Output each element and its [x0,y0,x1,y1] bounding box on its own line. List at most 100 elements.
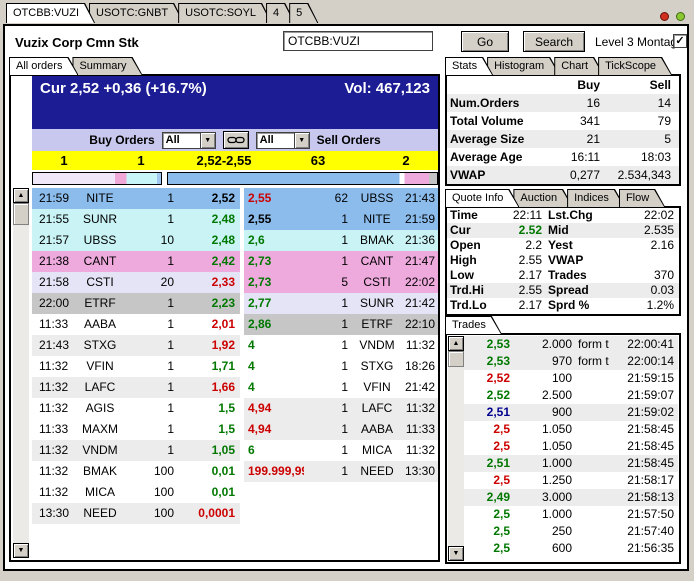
book-row[interactable]: 11:32 MICA 100 0,01 [32,482,438,503]
book-row[interactable]: 13:30 NEED 100 0,0001 [32,503,438,524]
book-row[interactable]: 11:32 BMAK 100 0,01 199.999,99 1 NEED 13:30 [32,461,438,482]
sell-order[interactable]: 2,55 1 NITE 21:59 [244,209,438,230]
sell-order[interactable]: 4,94 1 LAFC 11:32 [244,398,438,419]
scrollbar-thumb[interactable] [448,351,464,367]
book-row[interactable]: 11:32 VFIN 1 1,71 4 1 STXG 18:26 [32,356,438,377]
book-row[interactable]: 21:58 CSTI 20 2,33 2,73 5 CSTI 22:02 [32,272,438,293]
scroll-down-icon[interactable]: ▼ [13,543,29,558]
book-scrollbar[interactable]: ▲ ▼ [13,188,29,558]
tab-histogram[interactable]: Histogram [487,57,560,75]
tab-usotc-soyl[interactable]: USOTC:SOYL [178,3,272,23]
trade-row[interactable]: 2,53 970 form t 22:00:14 [464,353,678,370]
buy-order[interactable]: 11:32 BMAK 100 0,01 [32,461,240,482]
sell-order[interactable]: 2,77 1 SUNR 21:42 [244,293,438,314]
sell-size: 62 [334,191,348,205]
chevron-down-icon[interactable]: ▼ [293,132,309,148]
scrollbar-track[interactable] [13,225,29,543]
sell-order[interactable]: 4 1 STXG 18:26 [244,356,438,377]
buy-order[interactable]: 21:38 CANT 1 2,42 [32,251,240,272]
tab-all-orders[interactable]: All orders [9,57,78,75]
tab-usotc-gnbt[interactable]: USOTC:GNBT [89,3,184,23]
sell-order[interactable]: 2,55 62 UBSS 21:43 [244,188,438,209]
book-row[interactable]: 11:33 AABA 1 2,01 2,86 1 ETRF 22:10 [32,314,438,335]
sell-order[interactable]: 6 1 MICA 11:32 [244,440,438,461]
tab-otcbb-vuzi[interactable]: OTCBB:VUZI [6,3,95,23]
trade-row[interactable]: 2,5 1.050 21:58:45 [464,438,678,455]
sell-order[interactable]: 4,94 1 AABA 11:33 [244,419,438,440]
search-button[interactable]: Search [523,31,585,52]
buy-order[interactable]: 11:33 AABA 1 2,01 [32,314,240,335]
link-sides-button[interactable] [222,131,249,149]
level3-montage-checkbox[interactable]: ✓ [673,34,687,48]
book-row[interactable]: 11:32 LAFC 1 1,66 4 1 VFIN 21:42 [32,377,438,398]
trade-row[interactable]: 2,52 2.500 21:59:07 [464,387,678,404]
trade-row[interactable]: 2,51 1.000 21:58:45 [464,455,678,472]
quote-value: 22:02 [643,208,674,222]
quote-row: Trd.Hi 2.55 Spread 0.03 [447,283,679,298]
trade-size: 1.000 [541,456,572,470]
trade-row[interactable]: 2,5 1.050 21:58:45 [464,421,678,438]
sell-order[interactable]: 2,86 1 ETRF 22:10 [244,314,438,335]
buy-order[interactable]: 11:32 MICA 100 0,01 [32,482,240,503]
sell-order[interactable]: 2,73 1 CANT 21:47 [244,251,438,272]
book-row[interactable]: 21:38 CANT 1 2,42 2,73 1 CANT 21:47 [32,251,438,272]
trade-row[interactable]: 2,5 1.000 21:57:50 [464,506,678,523]
scroll-down-icon[interactable]: ▼ [448,546,464,561]
trades-scrollbar[interactable]: ▲ ▼ [448,336,464,561]
buy-order[interactable]: 13:30 NEED 100 0,0001 [32,503,240,524]
buy-filter-dropdown[interactable]: All ▼ [161,131,216,149]
sell-order[interactable]: 4 1 VFIN 21:42 [244,377,438,398]
book-row[interactable]: 21:43 STXG 1 1,92 4 1 VNDM 11:32 [32,335,438,356]
buy-order[interactable]: 21:57 UBSS 10 2,48 [32,230,240,251]
trade-row[interactable]: 2,53 2.000 form t 22:00:41 [464,336,678,353]
book-row[interactable]: 21:59 NITE 1 2,52 2,55 62 UBSS 21:43 [32,188,438,209]
go-button[interactable]: Go [461,31,509,52]
buy-order[interactable]: 22:00 ETRF 1 2,23 [32,293,240,314]
scroll-up-icon[interactable]: ▲ [448,336,464,351]
sell-order[interactable]: 2,73 5 CSTI 22:02 [244,272,438,293]
tab-trades[interactable]: Trades [445,316,502,334]
buy-order[interactable]: 11:32 VFIN 1 1,71 [32,356,240,377]
book-row[interactable]: 11:32 VNDM 1 1,05 6 1 MICA 11:32 [32,440,438,461]
scrollbar-track[interactable] [448,367,464,546]
tab-5[interactable]: 5 [289,3,318,23]
stats-buy-value: 341 [579,114,600,128]
trade-row[interactable]: 2,5 600 21:56:35 [464,540,678,557]
trade-row[interactable]: 2,5 250 21:57:40 [464,523,678,540]
sell-filter-dropdown[interactable]: All ▼ [255,131,310,149]
tab-stats[interactable]: Stats [445,57,493,75]
buy-order[interactable]: 21:58 CSTI 20 2,33 [32,272,240,293]
book-row[interactable]: 21:55 SUNR 1 2,48 2,55 1 NITE 21:59 [32,209,438,230]
tab-summary[interactable]: Summary [72,57,142,75]
chevron-down-icon[interactable]: ▼ [199,132,215,148]
book-row[interactable]: 11:32 AGIS 1 1,5 4,94 1 LAFC 11:32 [32,398,438,419]
trade-row[interactable]: 2,51 900 21:59:02 [464,404,678,421]
scrollbar-thumb[interactable] [13,203,29,225]
scroll-up-icon[interactable]: ▲ [13,188,29,203]
tab-flow[interactable]: Flow [619,189,665,207]
book-row[interactable]: 11:33 MAXM 1 1,5 4,94 1 AABA 11:33 [32,419,438,440]
sell-order[interactable]: 199.999,99 1 NEED 13:30 [244,461,438,482]
trade-row[interactable]: 2,52 100 21:59:15 [464,370,678,387]
buy-order[interactable]: 11:32 AGIS 1 1,5 [32,398,240,419]
sell-order[interactable]: 2,6 1 BMAK 21:36 [244,230,438,251]
symbol-input[interactable] [283,31,433,51]
buy-order[interactable]: 21:59 NITE 1 2,52 [32,188,240,209]
tab-quote-info[interactable]: Quote Info [445,189,519,207]
buy-order[interactable]: 21:55 SUNR 1 2,48 [32,209,240,230]
tab-tickscope[interactable]: TickScope [598,57,672,75]
sell-order[interactable]: 4 1 VNDM 11:32 [244,335,438,356]
trade-row[interactable]: 2,49 3.000 21:58:13 [464,489,678,506]
buy-market-maker: ETRF [84,296,116,310]
trade-size: 900 [551,405,572,419]
book-row[interactable]: 22:00 ETRF 1 2,23 2,77 1 SUNR 21:42 [32,293,438,314]
book-row[interactable]: 21:57 UBSS 10 2,48 2,6 1 BMAK 21:36 [32,230,438,251]
trade-row[interactable]: 2,5 1.250 21:58:17 [464,472,678,489]
buy-order[interactable]: 11:32 VNDM 1 1,05 [32,440,240,461]
buy-order[interactable]: 11:32 LAFC 1 1,66 [32,377,240,398]
tab-chart[interactable]: Chart [554,57,604,75]
tab-auction[interactable]: Auction [513,189,573,207]
tab-indices[interactable]: Indices [567,189,625,207]
buy-order[interactable]: 11:33 MAXM 1 1,5 [32,419,240,440]
buy-order[interactable]: 21:43 STXG 1 1,92 [32,335,240,356]
